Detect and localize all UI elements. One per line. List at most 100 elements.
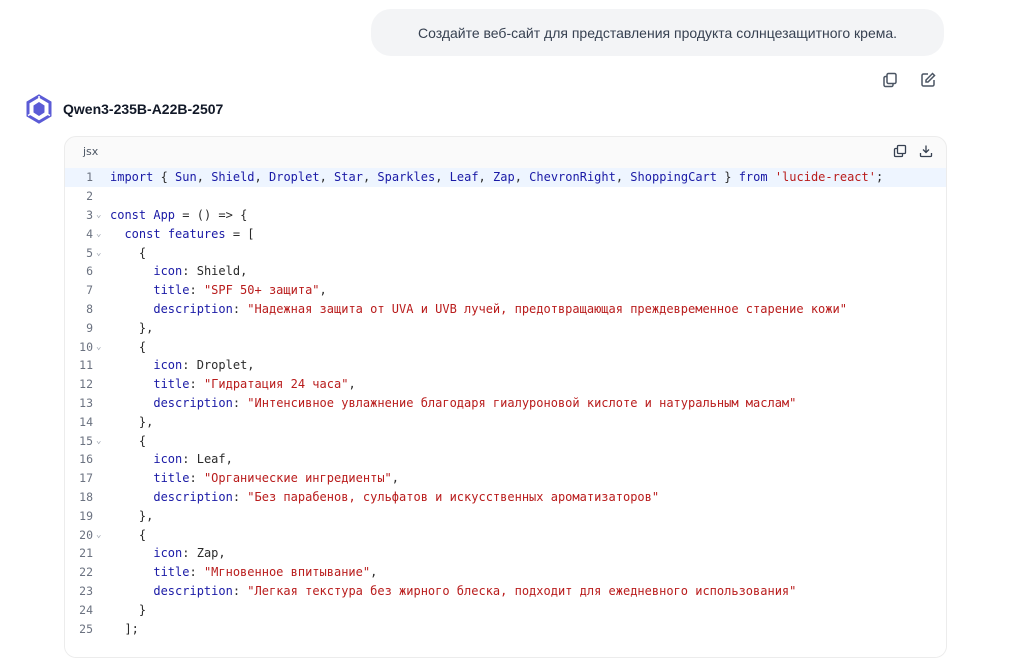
line-number: 1	[86, 170, 93, 185]
code-line: 9 },	[65, 318, 946, 337]
code-token: {	[110, 527, 147, 542]
assistant-header: Qwen3-235B-A22B-2507	[24, 94, 223, 124]
code-token: :	[232, 301, 248, 316]
line-number: 7	[86, 283, 93, 298]
line-number: 24	[79, 602, 93, 617]
code-token: :	[232, 583, 248, 598]
copy-icon[interactable]	[880, 70, 900, 90]
copy-code-icon[interactable]	[892, 143, 908, 159]
code-editor[interactable]: 1 import { Sun, Shield, Droplet, Star, Sp…	[65, 168, 946, 657]
line-number: 14	[79, 414, 93, 429]
code-token: ,	[478, 170, 493, 185]
code-line: 2	[65, 187, 946, 206]
code-token: ,	[225, 452, 233, 467]
code-token: "Гидратация 24 часа"	[203, 377, 349, 392]
chevron-down-icon[interactable]: ⌄	[93, 210, 110, 220]
code-token: :	[189, 283, 204, 298]
download-icon[interactable]	[918, 143, 934, 159]
code-token: ,	[218, 546, 226, 561]
code-line: 11 icon: Droplet,	[65, 356, 946, 375]
chevron-down-icon[interactable]: ⌄	[93, 342, 110, 352]
code-token: Leaf	[196, 452, 226, 467]
code-line: 4 ⌄ const features = [	[65, 224, 946, 243]
code-token: icon	[153, 546, 183, 561]
code-token: ;	[875, 170, 884, 185]
code-line: 5 ⌄ {	[65, 243, 946, 262]
line-number: 10	[79, 339, 93, 354]
code-token: "Надежная защита от UVA и UVB лучей, пре…	[247, 301, 847, 316]
code-token: :	[182, 358, 197, 373]
code-token: Droplet	[196, 358, 248, 373]
code-token: const	[124, 226, 161, 241]
code-token: icon	[153, 358, 183, 373]
line-number: 16	[79, 452, 93, 467]
model-name: Qwen3-235B-A22B-2507	[63, 101, 224, 117]
code-token: :	[182, 452, 197, 467]
line-number: 25	[79, 621, 93, 636]
code-token: Shield	[196, 264, 241, 279]
code-token: ,	[391, 471, 400, 486]
code-token: title	[153, 565, 190, 580]
code-block-tools	[892, 143, 934, 159]
code-token: ,	[319, 170, 335, 185]
code-token: ,	[240, 264, 248, 279]
code-token: :	[189, 377, 204, 392]
code-token: ,	[348, 377, 356, 392]
code-line: 19 },	[65, 506, 946, 525]
user-message-bubble: Создайте веб-сайт для представления прод…	[371, 9, 944, 56]
code-token: title	[153, 283, 190, 298]
code-line: 17 title: "Органические ингредиенты",	[65, 469, 946, 488]
line-number: 19	[79, 508, 93, 523]
code-token: },	[110, 508, 154, 523]
chevron-down-icon[interactable]: ⌄	[93, 248, 110, 258]
code-block-header: jsx	[65, 137, 946, 165]
code-token: :	[189, 471, 204, 486]
code-token: Leaf	[449, 170, 479, 185]
code-line: 25 ];	[65, 619, 946, 638]
line-number: 18	[79, 489, 93, 504]
code-token: ,	[319, 283, 327, 298]
line-number: 9	[86, 320, 93, 335]
edit-icon[interactable]	[918, 70, 938, 90]
code-token: "Легкая текстура без жирного блеска, под…	[247, 583, 797, 598]
code-token: },	[110, 414, 154, 429]
code-token: ];	[110, 621, 139, 636]
chevron-down-icon[interactable]: ⌄	[93, 436, 110, 446]
chevron-down-icon[interactable]: ⌄	[93, 229, 110, 239]
line-number: 23	[79, 583, 93, 598]
code-token: }	[717, 170, 739, 185]
code-token: "Органические ингредиенты"	[203, 471, 392, 486]
code-token: ChevronRight	[529, 170, 616, 185]
code-token: "Без парабенов, сульфатов и искусственны…	[247, 489, 660, 504]
line-number: 5	[86, 245, 93, 260]
code-token: ,	[435, 170, 450, 185]
code-token: Shield	[211, 170, 255, 185]
code-token: ,	[370, 565, 378, 580]
code-token: :	[182, 264, 197, 279]
chevron-down-icon[interactable]: ⌄	[93, 530, 110, 540]
line-number: 11	[79, 358, 93, 373]
code-token: Droplet	[269, 170, 320, 185]
code-line: 13 description: "Интенсивное увлажнение …	[65, 394, 946, 413]
code-line: 14 },	[65, 412, 946, 431]
qwen-logo-icon	[24, 94, 54, 124]
code-token: features	[167, 226, 226, 241]
message-actions	[880, 70, 938, 90]
line-number: 12	[79, 377, 93, 392]
line-number: 6	[86, 264, 93, 279]
code-token: {	[110, 339, 147, 354]
code-token: = () => {	[175, 207, 248, 222]
code-language-label: jsx	[83, 144, 99, 158]
code-token: :	[232, 489, 248, 504]
code-token: title	[153, 471, 190, 486]
code-line: 21 icon: Zap,	[65, 544, 946, 563]
